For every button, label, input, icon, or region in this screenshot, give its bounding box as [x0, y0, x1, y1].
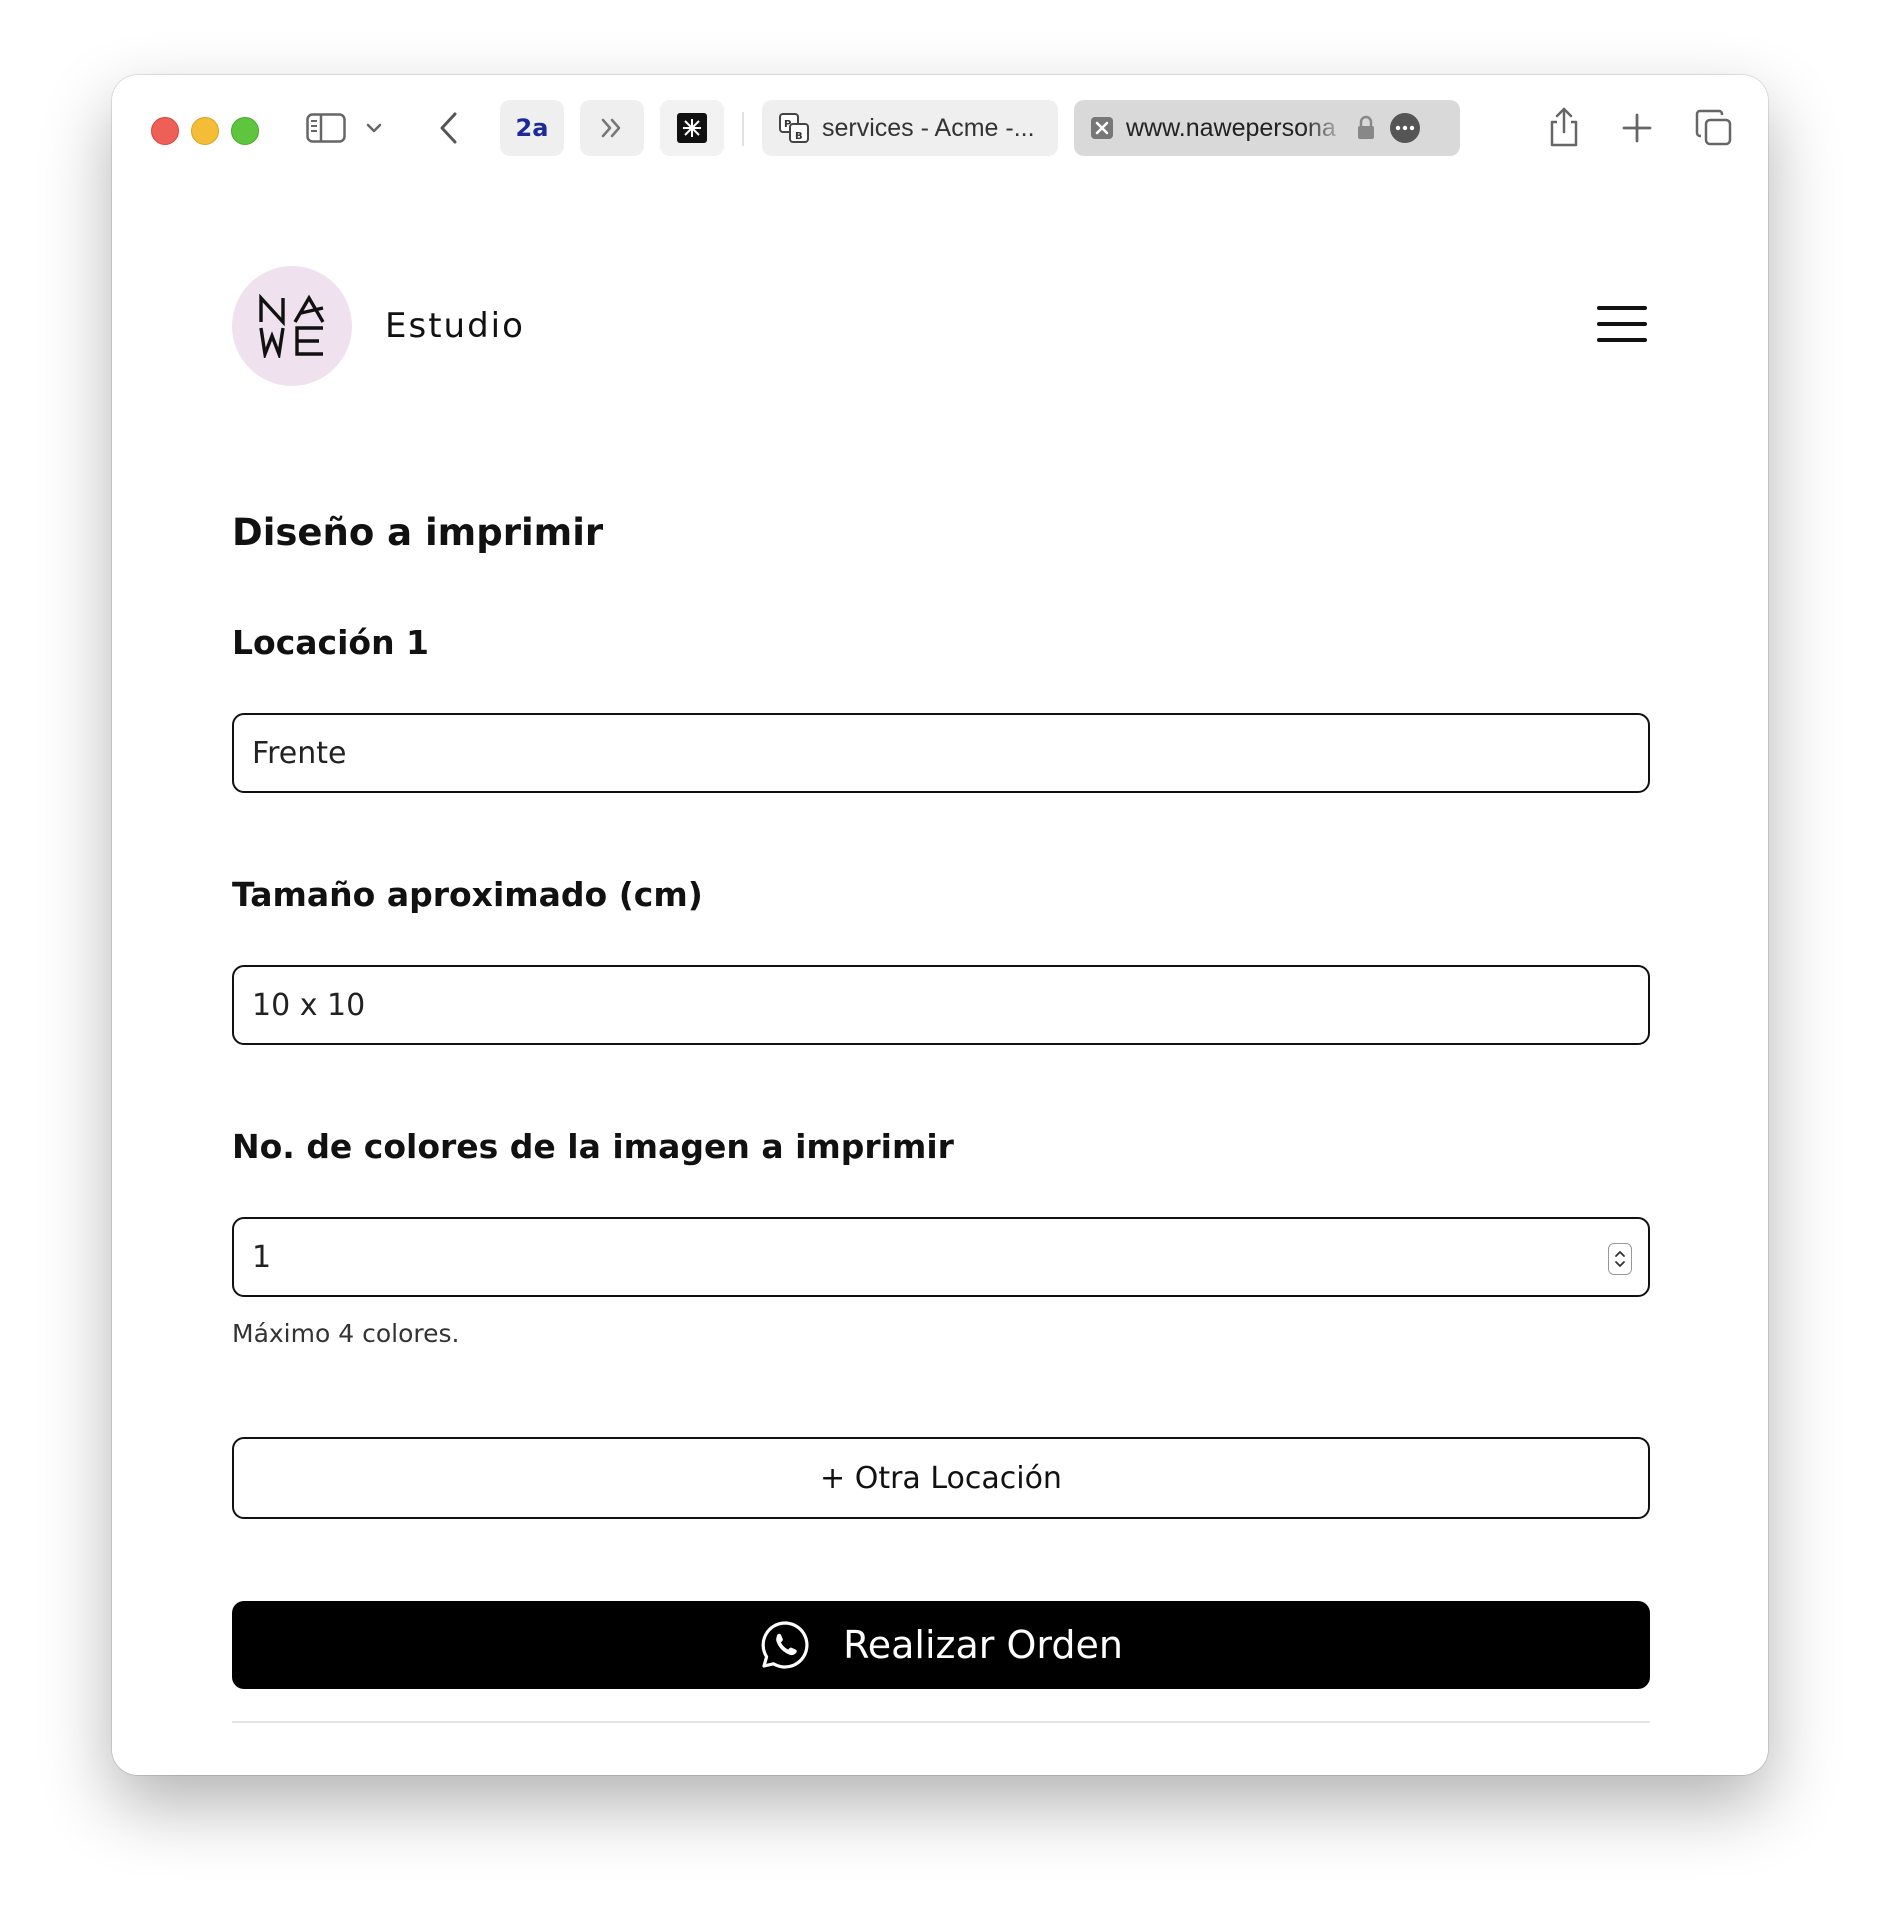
extension-button[interactable]: [660, 100, 724, 156]
toolbar-divider: [742, 112, 744, 146]
footer-divider: [232, 1721, 1650, 1723]
hamburger-bar: [1597, 322, 1647, 326]
number-stepper-icon[interactable]: [1608, 1243, 1632, 1275]
sidebar-icon[interactable]: [306, 111, 346, 145]
location-label: Locación 1: [232, 623, 430, 662]
minimize-window-button[interactable]: [191, 117, 219, 145]
extension-icon: [677, 113, 707, 143]
size-input[interactable]: 10 x 10: [232, 965, 1650, 1045]
profile-badge-button[interactable]: 2a: [500, 100, 564, 156]
tab-title: services - Acme -...: [822, 113, 1035, 142]
page-content: Estudio Diseño a imprimir Locación 1 Fre…: [112, 181, 1768, 1775]
tab-nawe-active[interactable]: www.nawepersona: [1074, 100, 1460, 156]
section-title: Diseño a imprimir: [232, 511, 604, 554]
browser-toolbar: 2a P B services - Acme -... www.nawepers…: [112, 75, 1768, 181]
colors-hint: Máximo 4 colores.: [232, 1319, 460, 1348]
svg-text:B: B: [795, 131, 803, 142]
size-label: Tamaño aproximado (cm): [232, 875, 703, 914]
svg-text:P: P: [784, 119, 791, 130]
add-location-button[interactable]: + Otra Locación: [232, 1437, 1650, 1519]
site-logo[interactable]: [232, 266, 352, 386]
colors-label: No. de colores de la imagen a imprimir: [232, 1127, 954, 1166]
size-value: 10 x 10: [252, 987, 366, 1023]
colors-number-input[interactable]: 1: [232, 1217, 1650, 1297]
pb-icon: P B: [778, 112, 810, 144]
lock-icon: [1356, 115, 1376, 141]
brand-name[interactable]: Estudio: [385, 306, 525, 346]
more-icon[interactable]: [1390, 113, 1420, 143]
add-location-label: + Otra Locación: [820, 1460, 1062, 1496]
profile-badge-label: 2a: [515, 114, 549, 142]
hamburger-bar: [1597, 338, 1647, 342]
hamburger-bar: [1597, 306, 1647, 310]
tab-services[interactable]: P B services - Acme -...: [762, 100, 1058, 156]
browser-window: 2a P B services - Acme -... www.nawepers…: [112, 75, 1768, 1775]
zoom-window-button[interactable]: [231, 117, 259, 145]
location-value: Frente: [252, 735, 347, 771]
close-tab-icon[interactable]: [1090, 116, 1114, 140]
tabs-overview-icon[interactable]: [1694, 108, 1734, 148]
location-input[interactable]: Frente: [232, 713, 1650, 793]
double-chevron-right-icon[interactable]: [580, 100, 644, 156]
chevron-down-icon[interactable]: [364, 117, 384, 139]
site-header: Estudio: [232, 266, 1652, 386]
tab-title: www.nawepersona: [1126, 113, 1336, 142]
close-window-button[interactable]: [151, 117, 179, 145]
colors-value: 1: [252, 1239, 272, 1275]
plus-icon[interactable]: [1620, 111, 1654, 145]
place-order-label: Realizar Orden: [843, 1623, 1123, 1667]
stage: 2a P B services - Acme -... www.nawepers…: [0, 0, 1878, 1924]
hamburger-icon[interactable]: [1597, 306, 1647, 342]
place-order-button[interactable]: Realizar Orden: [232, 1601, 1650, 1689]
share-icon[interactable]: [1546, 105, 1582, 149]
back-icon[interactable]: [434, 109, 464, 147]
whatsapp-icon: [759, 1619, 811, 1671]
